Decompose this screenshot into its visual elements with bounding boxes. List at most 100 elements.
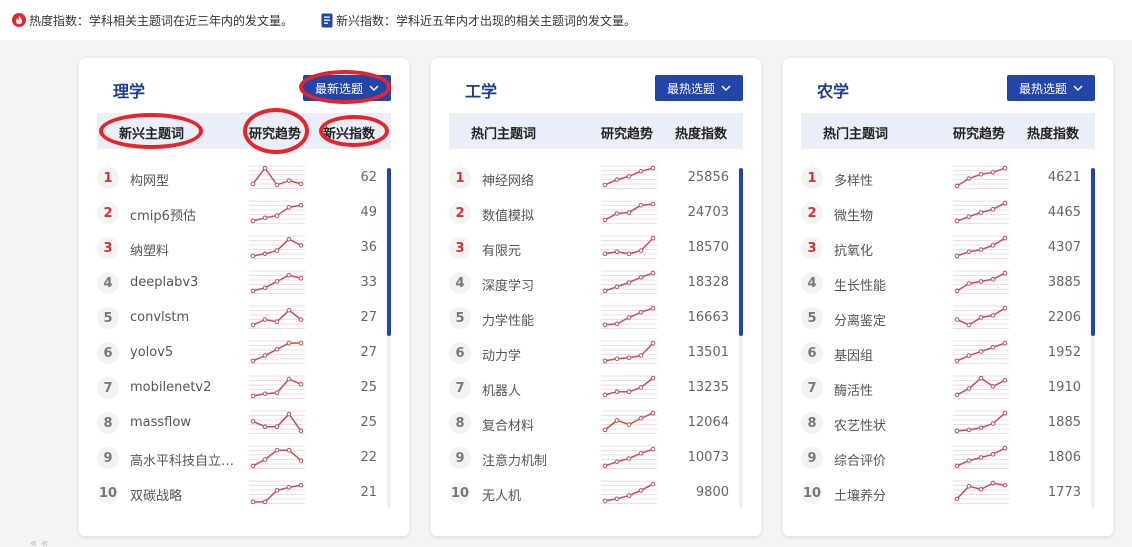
- list-item[interactable]: 8 农艺性状 1885: [801, 408, 1095, 443]
- index-value: 4621: [1047, 170, 1081, 185]
- list-item[interactable]: 1 多样性 4621: [801, 163, 1095, 198]
- sparkline-point: [978, 349, 984, 354]
- sparkline-point: [274, 279, 280, 284]
- header-index: 热度指数: [1027, 127, 1080, 142]
- sparkline-point: [638, 248, 644, 253]
- topic-term[interactable]: mobilenetv2: [130, 380, 245, 395]
- topic-term[interactable]: 注意力机制: [482, 450, 597, 469]
- topic-term[interactable]: 数值模拟: [482, 205, 597, 224]
- scrollbar[interactable]: [739, 168, 743, 508]
- topic-term[interactable]: 高水平科技自立自...: [130, 450, 245, 469]
- list-item[interactable]: 2 cmip6预估 49: [97, 198, 391, 233]
- sparkline-point: [626, 493, 632, 498]
- rank-badge: 8: [449, 412, 471, 434]
- topic-term[interactable]: 酶活性: [834, 380, 949, 399]
- sparkline-point: [262, 251, 268, 257]
- chevron-down-icon: [721, 85, 731, 91]
- page-arrows[interactable]: « «: [30, 536, 49, 547]
- sparkline-point: [990, 421, 996, 426]
- topic-term[interactable]: 农艺性状: [834, 415, 949, 434]
- sparkline-point: [250, 499, 256, 505]
- topic-term[interactable]: 基因组: [834, 345, 949, 364]
- list-item[interactable]: 8 复合材料 12064: [449, 408, 743, 443]
- list-item[interactable]: 4 深度学习 18328: [449, 268, 743, 303]
- list-item[interactable]: 9 综合评价 1806: [801, 443, 1095, 478]
- topic-term[interactable]: 复合材料: [482, 415, 597, 434]
- topic-term[interactable]: 神经网络: [482, 170, 597, 189]
- topic-term[interactable]: cmip6预估: [130, 205, 245, 224]
- list-item[interactable]: 10 土壤养分 1773: [801, 478, 1095, 513]
- list-item[interactable]: 3 纳塑料 36: [97, 233, 391, 268]
- topic-term[interactable]: convlstm: [130, 310, 245, 325]
- list-item[interactable]: 5 力学性能 16663: [449, 303, 743, 338]
- header-term: 热门主题词: [823, 127, 889, 142]
- list-item[interactable]: 7 酶活性 1910: [801, 373, 1095, 408]
- topic-term[interactable]: 动力学: [482, 345, 597, 364]
- list-item[interactable]: 6 yolov5 27: [97, 338, 391, 373]
- list-item[interactable]: 7 mobilenetv2 25: [97, 373, 391, 408]
- topic-term[interactable]: 构网型: [130, 170, 245, 189]
- scrollbar[interactable]: [387, 168, 391, 508]
- sparkline-point: [626, 315, 632, 320]
- topic-term[interactable]: 微生物: [834, 205, 949, 224]
- list-item[interactable]: 3 有限元 18570: [449, 233, 743, 268]
- topic-term[interactable]: massflow: [130, 415, 245, 430]
- index-value: 12064: [687, 415, 729, 430]
- list-item[interactable]: 1 构网型 62: [97, 163, 391, 198]
- trend-sparkline: [601, 235, 657, 259]
- list-item[interactable]: 9 注意力机制 10073: [449, 443, 743, 478]
- header-index: 热度指数: [675, 127, 728, 142]
- scrollbar-thumb[interactable]: [739, 168, 743, 336]
- topic-term[interactable]: 多样性: [834, 170, 949, 189]
- topic-select-button[interactable]: 最热选题: [1007, 75, 1095, 101]
- list-item[interactable]: 5 convlstm 27: [97, 303, 391, 338]
- list-item[interactable]: 5 分离鉴定 2206: [801, 303, 1095, 338]
- list-item[interactable]: 10 无人机 9800: [449, 478, 743, 513]
- topic-term[interactable]: 土壤养分: [834, 485, 949, 504]
- topic-term[interactable]: 深度学习: [482, 275, 597, 294]
- topic-term[interactable]: 综合评价: [834, 450, 949, 469]
- topic-term[interactable]: yolov5: [130, 345, 245, 360]
- list-item[interactable]: 9 高水平科技自立自... 22: [97, 443, 391, 478]
- card-title: 理学: [113, 82, 146, 101]
- topic-select-button[interactable]: 最热选题: [655, 75, 743, 101]
- topic-term[interactable]: 无人机: [482, 485, 597, 504]
- list-item[interactable]: 7 机器人 13235: [449, 373, 743, 408]
- scrollbar-thumb[interactable]: [387, 168, 391, 336]
- sparkline-line: [252, 238, 302, 257]
- list-item[interactable]: 6 动力学 13501: [449, 338, 743, 373]
- topic-term[interactable]: 力学性能: [482, 310, 597, 329]
- topic-select-button[interactable]: 最新选题: [303, 75, 391, 101]
- sparkline-point: [614, 496, 620, 502]
- sparkline-point: [1002, 235, 1008, 241]
- trend-sparkline: [601, 340, 657, 364]
- list-item[interactable]: 6 基因组 1952: [801, 338, 1095, 373]
- topic-term[interactable]: 抗氧化: [834, 240, 949, 259]
- scrollbar-thumb[interactable]: [1091, 168, 1095, 336]
- topic-term[interactable]: deeplabv3: [130, 275, 245, 290]
- topic-term[interactable]: 纳塑料: [130, 240, 245, 259]
- rank-badge: 4: [801, 272, 823, 294]
- list-item[interactable]: 8 massflow 25: [97, 408, 391, 443]
- list-item[interactable]: 2 数值模拟 24703: [449, 198, 743, 233]
- list-item[interactable]: 4 生长性能 3885: [801, 268, 1095, 303]
- topic-term[interactable]: 双碳战略: [130, 485, 245, 504]
- list-item[interactable]: 3 抗氧化 4307: [801, 233, 1095, 268]
- topic-term[interactable]: 机器人: [482, 380, 597, 399]
- topic-term[interactable]: 分离鉴定: [834, 310, 949, 329]
- topic-term[interactable]: 生长性能: [834, 275, 949, 294]
- sparkline-point: [286, 376, 292, 382]
- list-item[interactable]: 2 微生物 4465: [801, 198, 1095, 233]
- sparkline-point: [626, 280, 632, 285]
- list-item[interactable]: 4 deeplabv3 33: [97, 268, 391, 303]
- index-value: 1773: [1047, 485, 1081, 500]
- list-item[interactable]: 1 神经网络 25856: [449, 163, 743, 198]
- sparkline-point: [954, 358, 960, 364]
- header-trend: 研究趋势: [601, 127, 654, 142]
- list-item[interactable]: 10 双碳战略 21: [97, 478, 391, 513]
- topic-term[interactable]: 有限元: [482, 240, 597, 259]
- scrollbar[interactable]: [1091, 168, 1095, 508]
- sparkline-point: [614, 418, 620, 423]
- sparkline-point: [966, 176, 972, 181]
- sparkline-point: [978, 455, 984, 460]
